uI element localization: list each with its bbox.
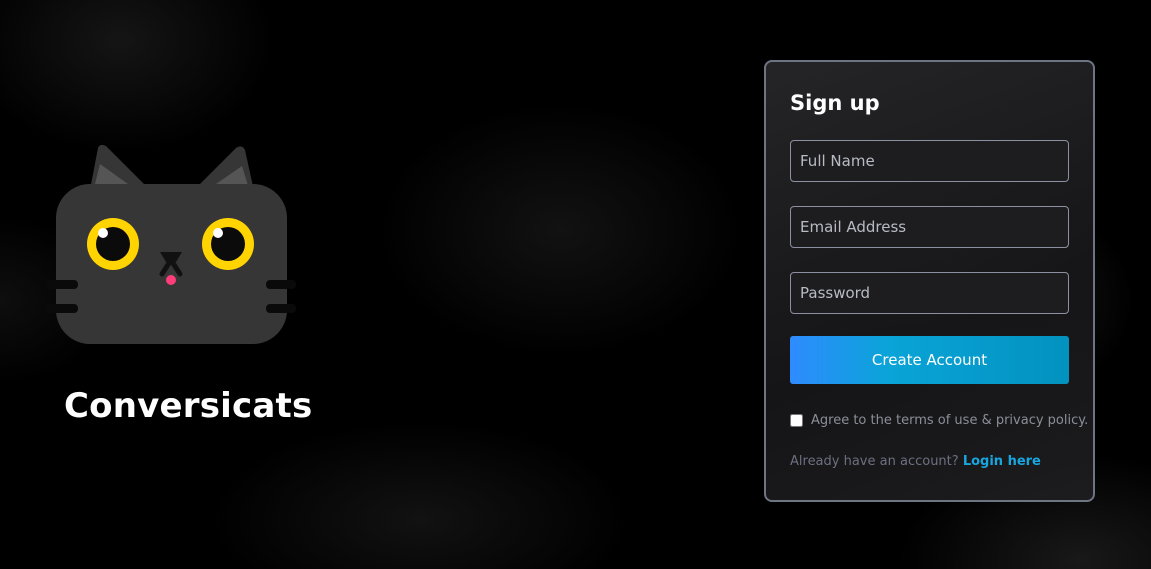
cat-tongue (166, 275, 176, 285)
password-input[interactable] (790, 272, 1069, 314)
brand-section: Conversicats (40, 140, 312, 426)
terms-label[interactable]: Agree to the terms of use & privacy poli… (811, 413, 1088, 428)
email-input[interactable] (790, 206, 1069, 248)
cat-whisker-right-top (266, 280, 296, 289)
brand-name: Conversicats (64, 386, 313, 426)
terms-row: Agree to the terms of use & privacy poli… (790, 410, 1088, 430)
signup-card: Sign up Create Account Agree to the term… (764, 60, 1095, 502)
login-row: Already have an account? Login here (790, 454, 1069, 469)
cat-whisker-left-top (46, 280, 78, 289)
login-prompt: Already have an account? (790, 454, 959, 469)
cat-left-eye-glint (98, 228, 108, 238)
signup-title: Sign up (790, 91, 880, 115)
cat-logo-icon (46, 144, 296, 344)
full-name-input[interactable] (790, 140, 1069, 182)
cat-whisker-left-bottom (46, 304, 78, 313)
cat-whisker-right-bottom (266, 304, 296, 313)
cat-right-eye-glint (213, 228, 223, 238)
terms-checkbox[interactable] (790, 413, 803, 427)
create-account-button[interactable]: Create Account (790, 336, 1069, 384)
login-link[interactable]: Login here (963, 454, 1041, 469)
